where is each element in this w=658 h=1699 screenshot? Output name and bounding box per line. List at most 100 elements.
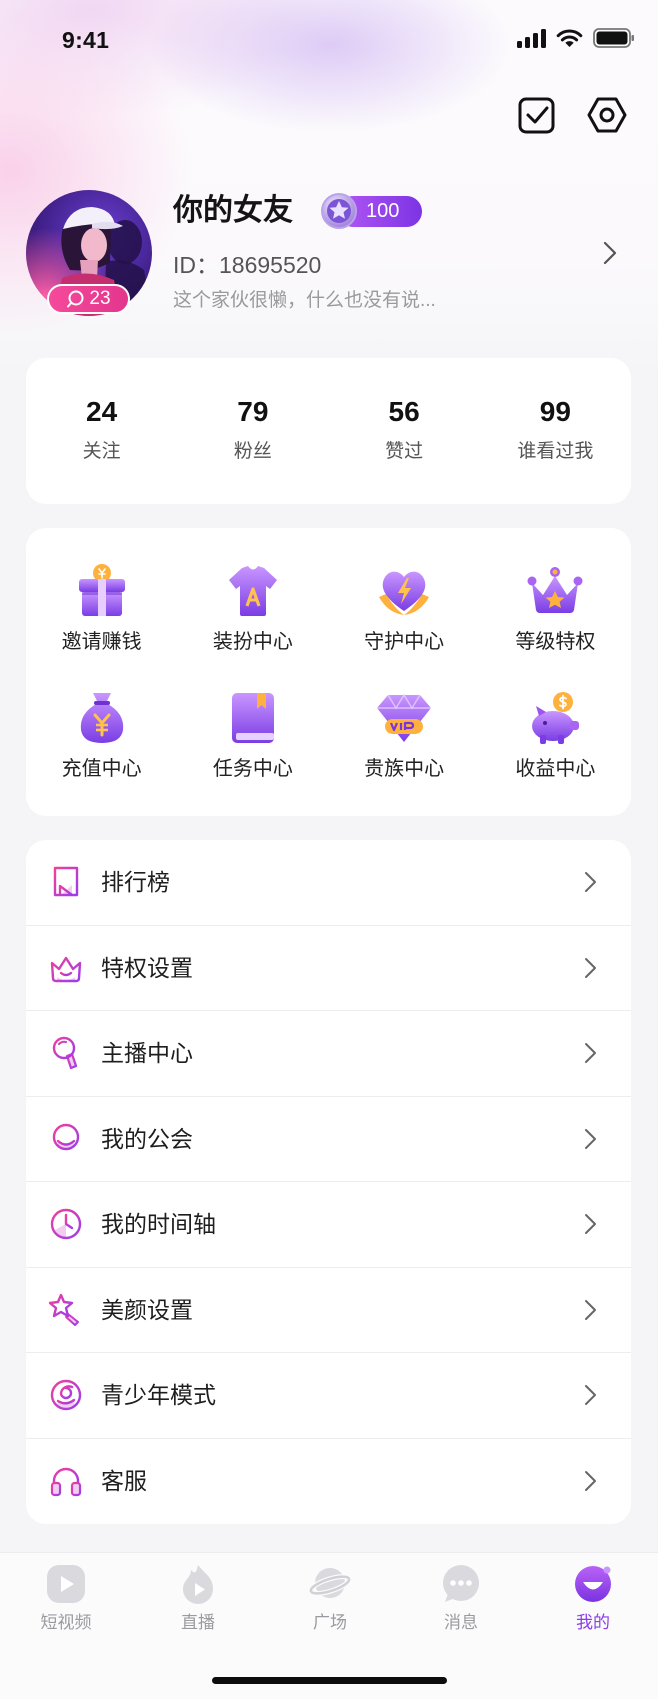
profile-id: ID：18695520 bbox=[173, 251, 321, 279]
stat-value: 56 bbox=[388, 396, 420, 427]
chat-bubble-icon bbox=[443, 1565, 479, 1602]
feature-item-earnings[interactable]: 收益中心 bbox=[480, 688, 631, 782]
profile-id-value: 18695520 bbox=[219, 252, 322, 278]
tab-live[interactable]: 直播 bbox=[143, 1563, 253, 1634]
menu-label: 排行榜 bbox=[101, 869, 170, 896]
privilege-icon bbox=[50, 956, 82, 982]
stat-value: 99 bbox=[539, 396, 571, 427]
tab-label: 我的 bbox=[576, 1613, 610, 1632]
chat-icon bbox=[67, 290, 84, 308]
avatar-badge: 23 bbox=[47, 284, 130, 314]
feature-label: 收益中心 bbox=[515, 758, 596, 780]
chevron-right-icon bbox=[585, 1299, 596, 1320]
crown-icon bbox=[527, 567, 583, 613]
menu-item-beauty-settings[interactable]: 美颜设置 bbox=[26, 1268, 631, 1353]
home-indicator[interactable] bbox=[212, 1677, 447, 1684]
feature-item-level-privilege[interactable]: 等级特权 bbox=[480, 561, 631, 655]
smile-icon bbox=[575, 1566, 611, 1602]
heart-guard-icon bbox=[379, 571, 430, 615]
chevron-right-icon bbox=[585, 957, 596, 978]
level-medal-icon bbox=[320, 192, 358, 230]
feature-label: 等级特权 bbox=[515, 631, 596, 653]
profile-chevron-right-icon[interactable] bbox=[603, 241, 617, 265]
feature-label: 装扮中心 bbox=[212, 631, 293, 653]
menu-label: 青少年模式 bbox=[101, 1382, 216, 1409]
feature-item-nobility[interactable]: 贵族中心 bbox=[329, 688, 480, 782]
status-time: 9:41 bbox=[62, 27, 110, 53]
tab-label: 直播 bbox=[181, 1613, 215, 1632]
stat-label: 粉丝 bbox=[233, 441, 272, 462]
profile-name: 你的女友 bbox=[173, 194, 293, 227]
chevron-right-icon bbox=[585, 1385, 596, 1405]
profile-bio: 这个家伙很懒，什么也没有说... bbox=[173, 290, 436, 311]
feature-label: 充值中心 bbox=[61, 758, 142, 780]
menu-label: 美颜设置 bbox=[101, 1296, 193, 1323]
menu-item-guild[interactable]: 我的公会 bbox=[26, 1097, 631, 1182]
book-icon bbox=[231, 693, 274, 743]
ranking-icon bbox=[53, 866, 79, 897]
tab-me[interactable]: 我的 bbox=[538, 1563, 648, 1634]
tab-label: 消息 bbox=[444, 1613, 478, 1632]
stat-following[interactable]: 24 关注 bbox=[26, 358, 177, 504]
menu-item-timeline[interactable]: 我的时间轴 bbox=[26, 1182, 631, 1268]
chevron-right-icon bbox=[585, 1214, 596, 1234]
tab-label: 广场 bbox=[313, 1613, 347, 1632]
menu-label: 我的公会 bbox=[101, 1125, 193, 1152]
feature-label: 邀请赚钱 bbox=[61, 631, 142, 653]
tab-label: 短视频 bbox=[40, 1613, 92, 1632]
profile-id-label: ID： bbox=[173, 252, 219, 278]
tab-square[interactable]: 广场 bbox=[275, 1563, 385, 1634]
tshirt-icon bbox=[228, 566, 277, 616]
beauty-icon bbox=[48, 1293, 79, 1326]
stat-followers[interactable]: 79 粉丝 bbox=[177, 358, 328, 504]
menu-label: 特权设置 bbox=[101, 954, 193, 981]
wifi-icon bbox=[556, 29, 583, 47]
feature-item-guardian[interactable]: 守护中心 bbox=[329, 561, 480, 655]
chevron-right-icon bbox=[585, 1470, 596, 1491]
diamond-vip-icon bbox=[377, 693, 432, 742]
teen-mode-icon bbox=[50, 1379, 82, 1411]
checkin-button[interactable] bbox=[517, 95, 557, 135]
chevron-right-icon bbox=[585, 1128, 596, 1149]
headset-icon bbox=[50, 1467, 82, 1496]
feature-item-recharge[interactable]: 充值中心 bbox=[26, 688, 177, 782]
microphone-icon bbox=[52, 1036, 78, 1070]
feature-item-dressup[interactable]: 装扮中心 bbox=[177, 561, 328, 655]
menu-item-teen-mode[interactable]: 青少年模式 bbox=[26, 1353, 631, 1439]
cellular-signal-icon bbox=[517, 29, 546, 48]
menu-item-anchor-center[interactable]: 主播中心 bbox=[26, 1011, 631, 1097]
money-bag-icon bbox=[80, 693, 123, 743]
feature-item-tasks[interactable]: 任务中心 bbox=[177, 688, 328, 782]
tab-short-video[interactable]: 短视频 bbox=[11, 1563, 121, 1634]
status-icons bbox=[517, 28, 635, 48]
settings-icon bbox=[587, 97, 627, 133]
menu-label: 客服 bbox=[101, 1468, 147, 1495]
stat-label: 谁看过我 bbox=[517, 441, 594, 462]
stat-value: 79 bbox=[237, 396, 269, 427]
planet-icon bbox=[309, 1568, 351, 1598]
stat-visitors[interactable]: 99 谁看过我 bbox=[480, 358, 631, 504]
play-icon bbox=[47, 1565, 85, 1603]
feature-label: 贵族中心 bbox=[364, 758, 445, 780]
avatar-badge-count: 23 bbox=[89, 288, 111, 309]
clock-icon bbox=[50, 1208, 82, 1240]
stats-card: 24 关注 79 粉丝 56 赞过 99 谁看过我 bbox=[26, 358, 631, 504]
chevron-right-icon bbox=[585, 872, 596, 892]
guild-icon bbox=[52, 1123, 80, 1155]
level-value: 100 bbox=[366, 200, 400, 222]
feature-label: 任务中心 bbox=[212, 758, 293, 780]
menu-item-ranking[interactable]: 排行榜 bbox=[26, 840, 631, 926]
menu-item-privilege-settings[interactable]: 特权设置 bbox=[26, 926, 631, 1011]
stat-liked[interactable]: 56 赞过 bbox=[329, 358, 480, 504]
menu-label: 我的时间轴 bbox=[101, 1211, 216, 1238]
chevron-right-icon bbox=[585, 1043, 596, 1063]
menu-list: 排行榜 特权设置 主播中心 我的公会 我的时间轴 美颜设置 青少年模式 客服 bbox=[26, 840, 631, 1524]
settings-button[interactable] bbox=[587, 95, 627, 135]
stat-value: 24 bbox=[86, 396, 118, 427]
menu-item-customer-service[interactable]: 客服 bbox=[26, 1439, 631, 1525]
tab-messages[interactable]: 消息 bbox=[406, 1563, 516, 1634]
flame-icon bbox=[183, 1565, 213, 1604]
gift-icon bbox=[78, 564, 125, 616]
feature-label: 守护中心 bbox=[364, 631, 445, 653]
feature-item-invite[interactable]: 邀请赚钱 bbox=[26, 561, 177, 655]
